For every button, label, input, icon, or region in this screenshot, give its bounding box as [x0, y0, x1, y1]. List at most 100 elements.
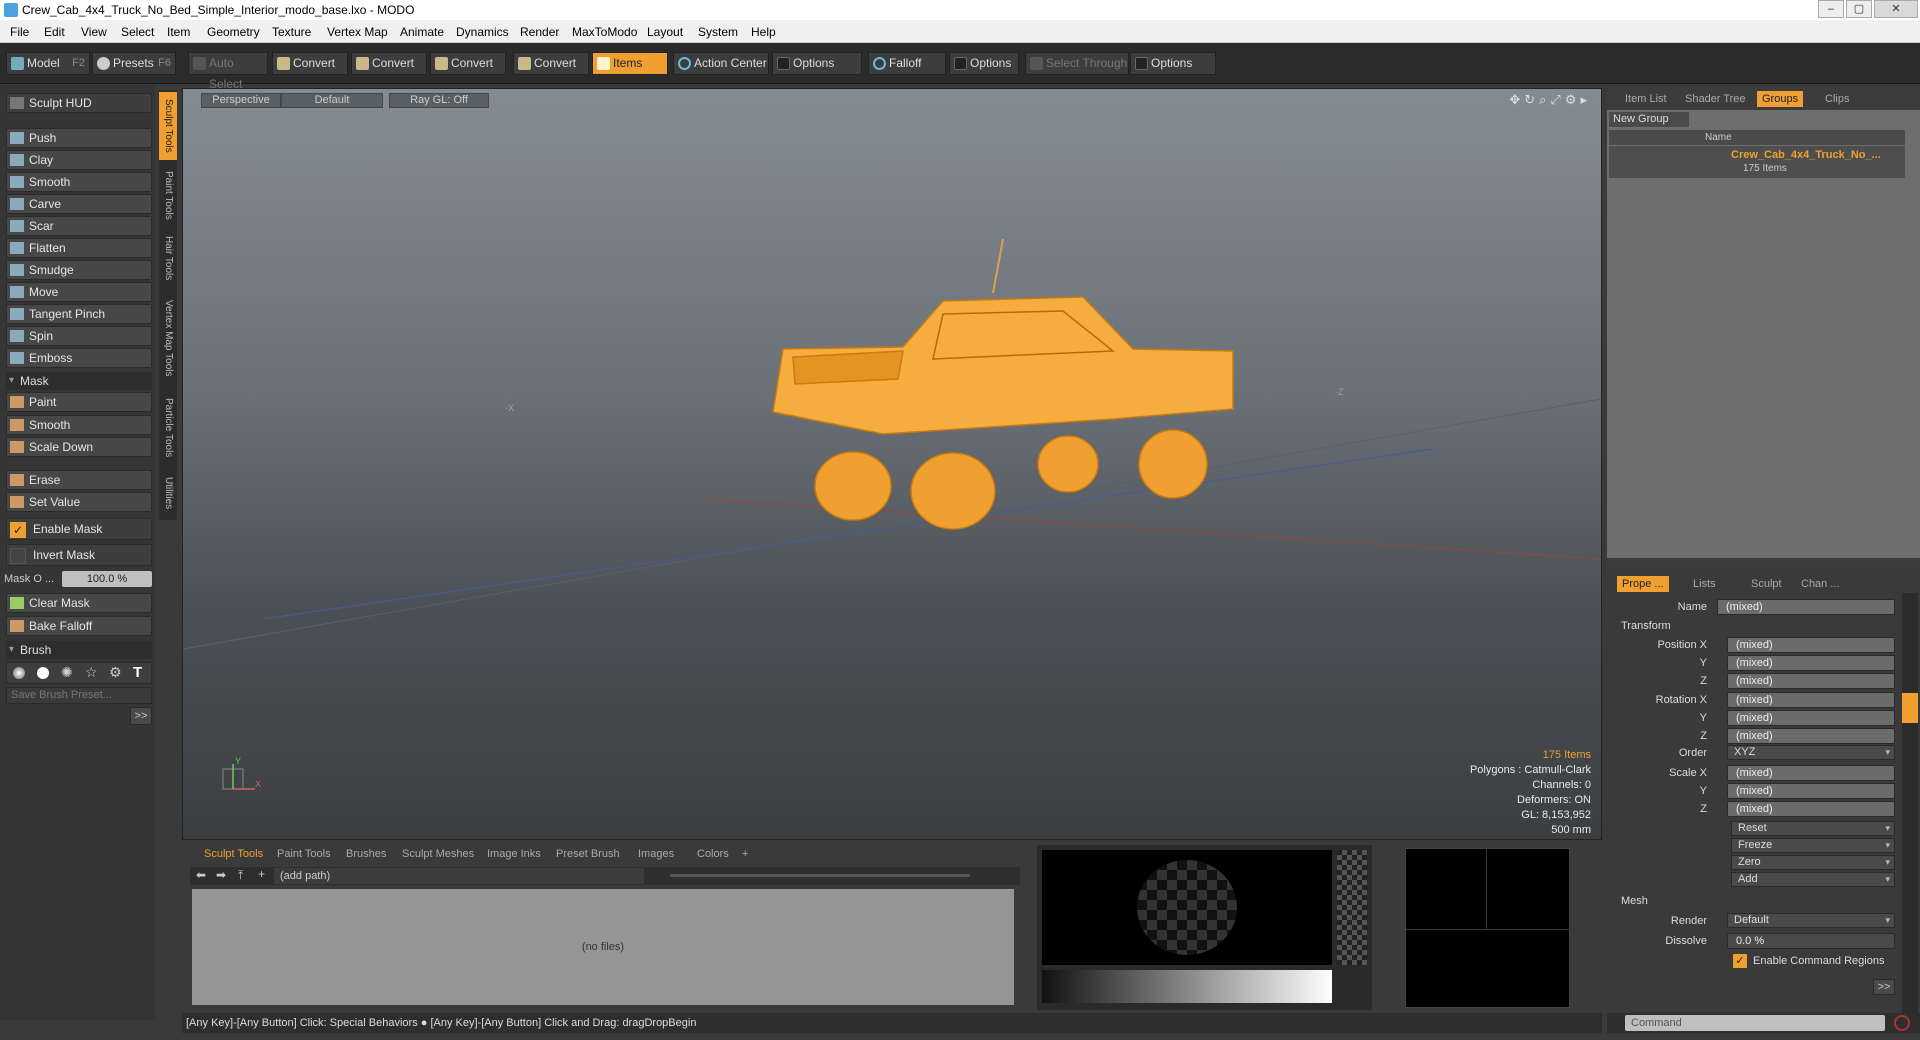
tab-preset-brush[interactable]: Preset Brush	[556, 847, 620, 862]
model-button[interactable]: Model F2	[6, 52, 90, 75]
path-dropdown[interactable]: (add path)	[274, 868, 644, 884]
reset-dropdown[interactable]: Reset	[1731, 821, 1895, 836]
order-dropdown[interactable]: XYZ	[1727, 745, 1895, 760]
tool-smudge[interactable]: Smudge	[6, 260, 152, 280]
clear-mask-button[interactable]: Clear Mask	[6, 593, 152, 613]
mask-section-header[interactable]: Mask	[6, 372, 152, 390]
tool-push[interactable]: Push	[6, 128, 152, 148]
tab-clips[interactable]: Clips	[1825, 91, 1849, 107]
star-brush-icon[interactable]: ☆	[85, 664, 98, 681]
position-x-field[interactable]: (mixed)	[1727, 637, 1895, 653]
menu-vertex-map[interactable]: Vertex Map	[327, 25, 388, 39]
tab-channels[interactable]: Chan ...	[1801, 576, 1840, 592]
name-column-header[interactable]: Name	[1609, 130, 1905, 145]
rotation-y-field[interactable]: (mixed)	[1727, 710, 1895, 726]
tool-scar[interactable]: Scar	[6, 216, 152, 236]
tab-particle-tools[interactable]: Particle Tools	[159, 390, 177, 466]
more-button[interactable]: >>	[130, 707, 152, 725]
tab-sculpt-tools[interactable]: Sculpt Tools	[159, 92, 177, 160]
position-z-field[interactable]: (mixed)	[1727, 673, 1895, 689]
view-thumbnail[interactable]	[1405, 848, 1571, 1008]
tab-image-inks[interactable]: Image Inks	[487, 847, 541, 862]
tool-emboss[interactable]: Emboss	[6, 348, 152, 368]
invert-mask-toggle[interactable]: Invert Mask	[6, 544, 152, 566]
maximize-icon[interactable]: ▢	[1846, 0, 1872, 18]
enable-mask-toggle[interactable]: ✓ Enable Mask	[6, 518, 152, 540]
menu-dynamics[interactable]: Dynamics	[456, 25, 509, 39]
tab-shader-tree[interactable]: Shader Tree	[1685, 91, 1746, 107]
tool-spin[interactable]: Spin	[6, 326, 152, 346]
tab-properties[interactable]: Prope ...	[1617, 576, 1669, 592]
tab-vertex-map-tools[interactable]: Vertex Map Tools	[159, 290, 177, 386]
menu-animate[interactable]: Animate	[400, 25, 444, 39]
items-button[interactable]: Items	[592, 52, 668, 75]
tool-smooth[interactable]: Smooth	[6, 172, 152, 192]
presets-button[interactable]: Presets F6	[92, 52, 176, 75]
menu-select[interactable]: Select	[121, 25, 154, 39]
thumbnail-size-slider[interactable]	[670, 874, 970, 877]
gear-brush-icon[interactable]: ⚙	[109, 664, 122, 681]
mask-scale-down-button[interactable]: Scale Down	[6, 437, 152, 457]
mask-opacity-field[interactable]: 100.0 %	[62, 571, 152, 587]
close-icon[interactable]: ✕	[1874, 0, 1918, 18]
rotation-x-field[interactable]: (mixed)	[1727, 692, 1895, 708]
new-group-button[interactable]: New Group	[1609, 112, 1689, 127]
file-list[interactable]: (no files)	[192, 889, 1014, 1005]
color-strip[interactable]	[1337, 850, 1367, 965]
rotation-z-field[interactable]: (mixed)	[1727, 728, 1895, 744]
tab-sculpt[interactable]: Sculpt	[1751, 576, 1782, 592]
tab-paint-tools-bottom[interactable]: Paint Tools	[277, 847, 331, 862]
mask-smooth-button[interactable]: Smooth	[6, 415, 152, 435]
convert-button-1[interactable]: Convert	[272, 52, 348, 75]
splat-brush-icon[interactable]: ✺	[61, 664, 73, 681]
zero-dropdown[interactable]: Zero	[1731, 855, 1895, 870]
command-input[interactable]: Command	[1625, 1015, 1885, 1031]
mask-paint-button[interactable]: Paint	[6, 392, 152, 412]
falloff-button[interactable]: Falloff	[868, 52, 946, 75]
menu-geometry[interactable]: Geometry	[207, 25, 260, 39]
side-tab-active[interactable]	[1902, 693, 1918, 723]
freeze-dropdown[interactable]: Freeze	[1731, 838, 1895, 853]
truck-model[interactable]	[772, 238, 1234, 530]
more-properties-button[interactable]: >>	[1873, 979, 1895, 995]
mask-set-value-button[interactable]: Set Value	[6, 492, 152, 512]
transform-header[interactable]: Transform	[1621, 620, 1671, 632]
record-icon[interactable]	[1894, 1015, 1910, 1031]
options-button-3[interactable]: Options	[1130, 52, 1216, 75]
mask-erase-button[interactable]: Erase	[6, 470, 152, 490]
back-arrow-icon[interactable]: ⬅	[196, 868, 206, 882]
convert-button-2[interactable]: Convert	[351, 52, 427, 75]
tab-groups[interactable]: Groups	[1757, 91, 1804, 107]
checkmark-icon[interactable]: ✓	[1733, 954, 1747, 968]
scale-z-field[interactable]: (mixed)	[1727, 801, 1895, 817]
convert-button-3[interactable]: Convert	[430, 52, 506, 75]
hard-brush-icon[interactable]	[37, 667, 49, 679]
tool-tangent-pinch[interactable]: Tangent Pinch	[6, 304, 152, 324]
mesh-header[interactable]: Mesh	[1621, 895, 1648, 907]
brush-section-header[interactable]: Brush	[6, 641, 152, 659]
menu-texture[interactable]: Texture	[272, 25, 311, 39]
save-brush-preset-field[interactable]: Save Brush Preset...	[6, 687, 152, 704]
menu-system[interactable]: System	[698, 25, 738, 39]
tab-lists[interactable]: Lists	[1693, 576, 1716, 592]
tab-hair-tools[interactable]: Hair Tools	[159, 230, 177, 286]
menu-edit[interactable]: Edit	[44, 25, 65, 39]
tab-sculpt-meshes[interactable]: Sculpt Meshes	[402, 847, 474, 862]
options-button-1[interactable]: Options	[772, 52, 862, 75]
sculpt-hud-button[interactable]: Sculpt HUD	[6, 93, 152, 113]
bake-falloff-button[interactable]: Bake Falloff	[6, 616, 152, 636]
add-tab-button[interactable]: +	[742, 847, 748, 862]
scale-x-field[interactable]: (mixed)	[1727, 765, 1895, 781]
menu-item[interactable]: Item	[167, 25, 190, 39]
tool-clay[interactable]: Clay	[6, 150, 152, 170]
3d-viewport[interactable]: Perspective Default Ray GL: Off ✥↻⌕⤢⚙▸ -…	[182, 88, 1602, 840]
menu-maxtomodo[interactable]: MaxToModo	[572, 25, 637, 39]
menu-layout[interactable]: Layout	[647, 25, 683, 39]
position-y-field[interactable]: (mixed)	[1727, 655, 1895, 671]
render-dropdown[interactable]: Default	[1727, 913, 1895, 928]
tab-brushes[interactable]: Brushes	[346, 847, 386, 862]
name-field[interactable]: (mixed)	[1717, 599, 1895, 615]
tab-sculpt-tools-bottom[interactable]: Sculpt Tools	[204, 847, 263, 862]
tool-carve[interactable]: Carve	[6, 194, 152, 214]
menu-file[interactable]: File	[10, 25, 29, 39]
